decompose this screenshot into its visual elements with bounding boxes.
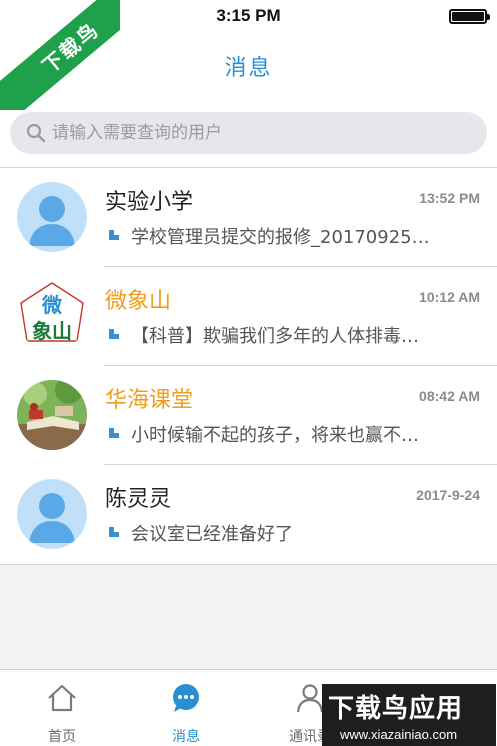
- conversation-row-wei-xiangshan[interactable]: 微 象山 微象山 10:12 AM 【科普】欺骗我们多年的人体排毒…: [0, 267, 497, 366]
- tab-label: 首页: [48, 729, 76, 745]
- tab-messages[interactable]: 消息: [126, 670, 246, 746]
- conversation-list: 实验小学 13:52 PM 学校管理员提交的报修_20170925… 微 象山 …: [0, 168, 497, 565]
- photo-avatar: [17, 380, 87, 450]
- conversation-name: 陈灵灵: [105, 487, 172, 512]
- conversation-name: 华海课堂: [105, 388, 194, 413]
- search-input[interactable]: [52, 112, 472, 154]
- message-preview: 【科普】欺骗我们多年的人体排毒…: [131, 326, 419, 347]
- home-icon: [48, 684, 76, 712]
- message-preview: 小时候输不起的孩子，将来也赢不…: [131, 425, 419, 446]
- conversation-row-chen-lingling[interactable]: 陈灵灵 2017-9-24 会议室已经准备好了: [0, 465, 497, 564]
- search-box[interactable]: [10, 112, 487, 154]
- conversation-time: 08:42 AM: [419, 388, 480, 404]
- chat-icon: [173, 684, 199, 712]
- logo-text-bottom: 象山: [32, 319, 72, 343]
- search-bar-container: [0, 98, 497, 168]
- conversation-row-huahai-ketang[interactable]: 华海课堂 08:42 AM 小时候输不起的孩子，将来也赢不…: [0, 366, 497, 465]
- tab-label: 消息: [172, 729, 200, 745]
- battery-icon: [449, 9, 490, 24]
- conversation-time: 2017-9-24: [416, 487, 480, 503]
- message-preview: 会议室已经准备好了: [131, 524, 293, 545]
- reply-arrow-icon: [109, 426, 121, 438]
- brand-watermark-title: 下载鸟应用: [328, 694, 464, 724]
- conversation-name: 微象山: [105, 289, 172, 314]
- conversation-time: 13:52 PM: [419, 190, 480, 206]
- logo-avatar: 微 象山: [17, 281, 87, 351]
- reply-arrow-icon: [109, 327, 121, 339]
- brand-watermark: 下载鸟应用 www.xiazainiao.com: [322, 684, 496, 746]
- nav-bar: 消息: [0, 34, 497, 98]
- default-avatar: [17, 479, 87, 549]
- search-icon: [26, 123, 46, 143]
- reply-arrow-icon: [109, 525, 121, 537]
- tab-home[interactable]: 首页: [2, 670, 122, 746]
- conversation-row-shiyan-xiaoxue[interactable]: 实验小学 13:52 PM 学校管理员提交的报修_20170925…: [0, 168, 497, 267]
- logo-text-top: 微: [42, 293, 62, 317]
- message-preview: 学校管理员提交的报修_20170925…: [131, 227, 430, 248]
- reply-arrow-icon: [109, 228, 121, 240]
- conversation-name: 实验小学: [105, 190, 194, 215]
- conversation-time: 10:12 AM: [419, 289, 480, 305]
- default-avatar: [17, 182, 87, 252]
- brand-watermark-url: www.xiazainiao.com: [340, 727, 458, 742]
- status-time: 3:15 PM: [216, 6, 281, 25]
- status-bar: 3:15 PM: [0, 0, 497, 34]
- page-title: 消息: [224, 56, 273, 81]
